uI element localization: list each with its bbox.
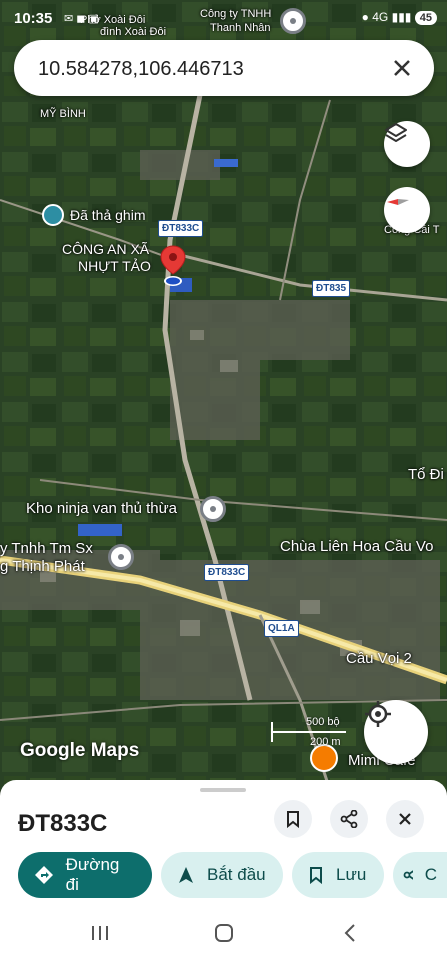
crosshair-icon xyxy=(365,701,391,727)
save-button[interactable]: Lưu xyxy=(292,852,384,898)
status-right: ● 4G ▮▮▮ 45 xyxy=(362,10,437,25)
place-label-my-binh: MỸ BÌNH xyxy=(40,108,86,120)
layers-icon xyxy=(385,123,407,142)
recents-icon xyxy=(92,926,108,940)
close-sheet-button[interactable] xyxy=(386,800,424,838)
place-sheet[interactable]: ĐT833C Đường đi Bắt đầu Lưu C xyxy=(0,780,447,906)
place-label-company-left: y Tnhh Tm Sx xyxy=(0,540,93,557)
notification-icons: ✉ ◼ ▣ xyxy=(64,13,99,25)
directions-label: Đường đi xyxy=(65,855,120,894)
location-icon: ● xyxy=(361,10,369,24)
place-label-to-di: Tổ Đi xyxy=(408,466,444,483)
compass-icon xyxy=(387,199,409,205)
home-button[interactable] xyxy=(204,920,244,946)
bookmark-pin-icon[interactable] xyxy=(42,204,64,226)
start-label: Bắt đầu xyxy=(207,865,266,884)
close-icon[interactable] xyxy=(388,54,416,82)
search-input[interactable] xyxy=(36,52,380,86)
place-label-chua: Chùa Liên Hoa Cầu Vo xyxy=(280,538,434,555)
close-icon xyxy=(399,813,411,825)
drag-handle[interactable] xyxy=(200,788,246,792)
red-pin-icon xyxy=(160,245,186,286)
status-bar: 10:35 ✉ ◼ ▣ ● 4G ▮▮▮ 45 xyxy=(0,0,447,38)
save-icon-button[interactable] xyxy=(274,800,312,838)
google-maps-logo: Google Maps xyxy=(20,740,140,761)
recent-apps-button[interactable] xyxy=(80,920,120,946)
map-view[interactable]: Phở Xoài Đôi đình Xoài Đôi Công ty TNHH … xyxy=(0,0,447,790)
share-label: C xyxy=(424,865,437,884)
place-label-police: CÔNG AN XÃ xyxy=(62,241,150,257)
bookmark-icon xyxy=(287,811,299,828)
place-label-cau-voi: Cầu Vọi 2 xyxy=(346,650,412,667)
signal-bars-icon: ▮▮▮ xyxy=(391,10,412,24)
share-icon-button[interactable] xyxy=(330,800,368,838)
map-scale: 500 bộ 200 m xyxy=(270,716,348,748)
share-icon xyxy=(403,870,413,880)
status-time: 10:35 xyxy=(14,10,53,27)
battery-badge: 45 xyxy=(414,11,437,25)
road-shield-ql1a: QL1A xyxy=(264,620,299,637)
save-label: Lưu xyxy=(336,865,367,884)
share-button[interactable]: C xyxy=(393,852,447,898)
scale-bottom: 200 m xyxy=(310,736,341,748)
system-nav-bar xyxy=(0,906,447,960)
navigation-arrow-icon xyxy=(179,867,193,883)
home-icon xyxy=(215,924,233,942)
start-button[interactable]: Bắt đầu xyxy=(161,852,283,898)
cafe-icon[interactable] xyxy=(310,744,338,772)
my-location-button[interactable] xyxy=(364,700,428,764)
signal-label: 4G xyxy=(372,10,389,24)
road-shield-dt833c-2: ĐT833C xyxy=(204,564,250,581)
back-button[interactable] xyxy=(330,920,370,946)
bookmark-icon xyxy=(310,867,322,884)
directions-icon xyxy=(35,866,53,884)
location-pin[interactable] xyxy=(158,244,190,292)
place-label-kho-ninja: Kho ninja van thủ thừa xyxy=(26,500,177,517)
place-label-police-2: NHỰT TẢO xyxy=(78,258,151,274)
place-label-company-left-2: g Thịnh Phát xyxy=(0,558,85,575)
dropped-pin-label[interactable]: Đã thả ghim xyxy=(70,207,145,223)
poi-company-left-icon[interactable] xyxy=(108,544,134,570)
compass-button[interactable] xyxy=(384,187,430,233)
back-icon xyxy=(344,924,355,942)
share-icon xyxy=(340,810,358,828)
road-shield-dt835: ĐT835 xyxy=(312,280,351,297)
place-title: ĐT833C xyxy=(18,810,108,837)
poi-kho-ninja-icon[interactable] xyxy=(200,496,226,522)
search-box[interactable] xyxy=(14,40,434,96)
road-shield-dt833c: ĐT833C xyxy=(158,220,204,237)
layers-button[interactable] xyxy=(384,121,430,167)
directions-button[interactable]: Đường đi xyxy=(18,852,152,898)
